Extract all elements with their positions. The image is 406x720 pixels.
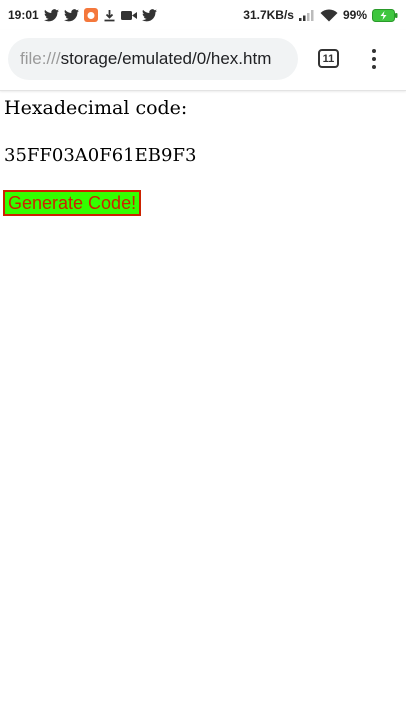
signal-icon	[298, 9, 315, 21]
battery-charging-icon	[372, 8, 398, 22]
status-time: 19:01	[8, 8, 39, 22]
hex-code-value: 35FF03A0F61EB9F3	[4, 145, 197, 166]
video-icon	[120, 10, 137, 21]
status-right: 31.7KB/s 99%	[243, 8, 398, 22]
twitter-icon	[141, 8, 157, 22]
twitter-icon	[63, 8, 79, 22]
tab-count: 11	[322, 52, 335, 65]
generate-code-button[interactable]: Generate Code!	[3, 190, 142, 216]
browser-toolbar: file:///storage/emulated/0/hex.htm 11	[0, 30, 406, 91]
overflow-menu-icon[interactable]	[362, 46, 386, 72]
battery-percent: 99%	[342, 8, 367, 22]
status-bar: 19:01 31.7KB/s 99%	[0, 0, 406, 30]
tab-switcher-button[interactable]: 11	[318, 49, 339, 68]
status-left: 19:01	[8, 8, 157, 22]
url-scheme: file	[20, 49, 42, 68]
url-separator: :///	[41, 49, 61, 68]
twitter-icon	[43, 8, 59, 22]
app-icon	[83, 8, 98, 22]
wifi-icon	[320, 8, 338, 22]
page-heading: Hexadecimal code:	[4, 97, 188, 119]
download-icon	[103, 9, 116, 22]
url-bar[interactable]: file:///storage/emulated/0/hex.htm	[8, 38, 298, 80]
network-speed: 31.7KB/s	[243, 8, 294, 22]
url-path: storage/emulated/0/hex.htm	[60, 49, 272, 68]
